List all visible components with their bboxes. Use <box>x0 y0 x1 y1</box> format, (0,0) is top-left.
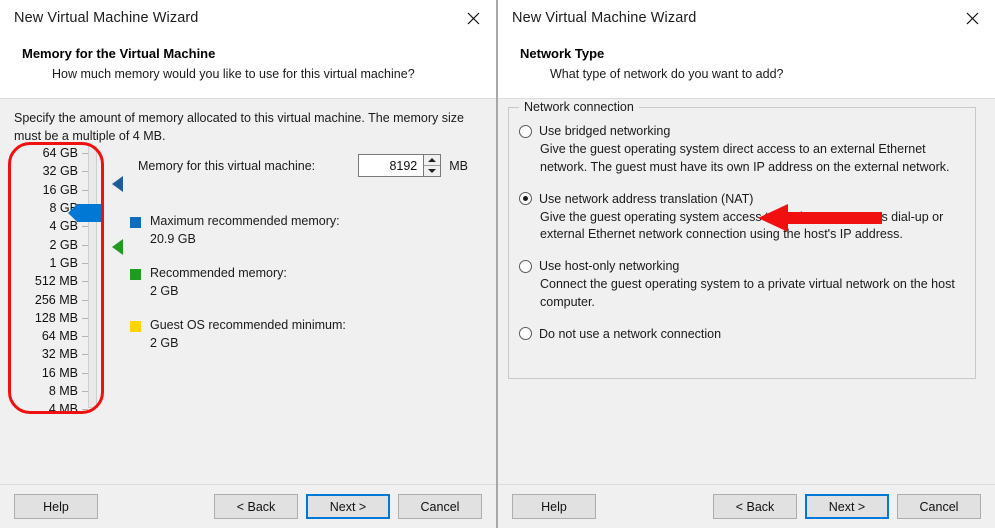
option-description: Connect the guest operating system to a … <box>540 277 955 309</box>
memory-spinner-buttons <box>423 155 441 176</box>
cancel-button[interactable]: Cancel <box>398 494 482 519</box>
option-description: Give the guest operating system access t… <box>540 209 944 242</box>
memory-instructions: Specify the amount of memory allocated t… <box>14 111 464 144</box>
slider-tick: 2 GB <box>12 235 88 253</box>
memory-field-row: Memory for this virtual machine: 8192 MB <box>138 154 468 177</box>
radio-bridged-icon[interactable] <box>519 124 532 138</box>
memory-wizard-footer: Help < Back Next > Cancel <box>0 484 496 528</box>
spinner-down-button[interactable] <box>424 165 441 176</box>
slider-tick-labels: 64 GB 32 GB 16 GB 8 GB 4 GB 2 GB 1 GB 51… <box>12 144 88 418</box>
page-heading: Memory for the Virtual Machine <box>22 46 216 61</box>
spinner-up-button[interactable] <box>424 155 441 166</box>
slider-tick: 16 MB <box>12 364 88 382</box>
memory-slider[interactable]: 64 GB 32 GB 16 GB 8 GB 4 GB 2 GB 1 GB 51… <box>12 144 123 416</box>
memory-wizard-body: Specify the amount of memory allocated t… <box>0 99 496 484</box>
memory-wizard-titlebar: New Virtual Machine Wizard <box>0 0 496 36</box>
footer-nav-buttons: < Back Next > Cancel <box>713 494 981 519</box>
option-label: Do not use a network connection <box>539 326 722 341</box>
group-title: Network connection <box>519 100 639 114</box>
network-wizard-window: New Virtual Machine Wizard Network Type … <box>497 0 995 528</box>
radio-no-network-icon[interactable] <box>519 327 532 340</box>
slider-tick: 8 MB <box>12 382 88 400</box>
slider-tick: 32 MB <box>12 345 88 363</box>
slider-tick: 16 GB <box>12 181 88 199</box>
next-button[interactable]: Next > <box>306 494 390 519</box>
radio-nat-icon[interactable] <box>519 192 532 205</box>
memory-wizard-header: New Virtual Machine Wizard Memory for th… <box>0 0 496 99</box>
recommended-marker-icon <box>112 239 123 255</box>
slider-tick: 256 MB <box>12 290 88 308</box>
window-title: New Virtual Machine Wizard <box>512 10 697 26</box>
legend-swatch-recommended-icon <box>130 269 141 280</box>
page-heading: Network Type <box>520 46 605 61</box>
memory-wizard-window: New Virtual Machine Wizard Memory for th… <box>0 0 497 528</box>
slider-tick: 64 MB <box>12 327 88 345</box>
slider-tick: 1 GB <box>12 254 88 272</box>
network-connection-group: Network connection Use bridged networkin… <box>508 100 976 379</box>
cancel-button[interactable]: Cancel <box>897 494 981 519</box>
back-button[interactable]: < Back <box>713 494 797 519</box>
close-icon[interactable] <box>456 4 490 32</box>
slider-tick: 128 MB <box>12 309 88 327</box>
memory-unit-label: MB <box>449 158 468 173</box>
memory-legend: Maximum recommended memory: 20.9 GB Reco… <box>130 214 460 370</box>
next-button[interactable]: Next > <box>805 494 889 519</box>
close-icon[interactable] <box>955 4 989 32</box>
legend-swatch-guest-minimum-icon <box>130 321 141 332</box>
legend-value: 20.9 GB <box>150 232 196 246</box>
legend-item: Maximum recommended memory: 20.9 GB <box>130 214 460 246</box>
legend-swatch-maximum-icon <box>130 217 141 228</box>
option-label: Use network address translation (NAT) <box>539 191 754 206</box>
legend-value: 2 GB <box>150 284 179 298</box>
help-button[interactable]: Help <box>14 494 98 519</box>
memory-input[interactable]: 8192 <box>359 155 424 176</box>
option-description: Give the guest operating system direct a… <box>540 142 950 174</box>
radio-host-only-icon[interactable] <box>519 259 532 273</box>
page-subheading: What type of network do you want to add? <box>550 67 784 81</box>
option-label: Use host-only networking <box>539 259 680 273</box>
network-options-list: Use bridged networking Give the guest op… <box>509 108 975 341</box>
slider-tick: 4 GB <box>12 217 88 235</box>
option-no-network[interactable]: Do not use a network connection <box>519 327 963 341</box>
legend-value: 2 GB <box>150 336 179 350</box>
back-button[interactable]: < Back <box>214 494 298 519</box>
slider-tick: 512 MB <box>12 272 88 290</box>
slider-tick: 4 MB <box>12 400 88 418</box>
memory-field-label: Memory for this virtual machine: <box>138 158 316 173</box>
chevron-up-icon <box>428 157 437 162</box>
legend-item: Guest OS recommended minimum: 2 GB <box>130 318 460 350</box>
option-bridged-networking[interactable]: Use bridged networking Give the guest op… <box>519 124 963 177</box>
network-wizard-footer: Help < Back Next > Cancel <box>498 484 995 528</box>
help-button[interactable]: Help <box>512 494 596 519</box>
option-label: Use bridged networking <box>539 124 671 138</box>
slider-track[interactable] <box>88 146 97 408</box>
legend-item: Recommended memory: 2 GB <box>130 266 460 298</box>
slider-tick: 64 GB <box>12 144 88 162</box>
option-nat[interactable]: Use network address translation (NAT) Gi… <box>519 192 963 245</box>
window-title: New Virtual Machine Wizard <box>14 10 199 26</box>
max-recommended-marker-icon <box>112 176 123 192</box>
network-wizard-titlebar: New Virtual Machine Wizard <box>498 0 995 36</box>
memory-spinner[interactable]: 8192 <box>358 154 442 177</box>
slider-tick: 32 GB <box>12 162 88 180</box>
network-wizard-body: Network connection Use bridged networkin… <box>498 99 995 484</box>
legend-title: Maximum recommended memory: <box>150 214 340 228</box>
legend-title: Guest OS recommended minimum: <box>150 318 346 332</box>
screenshot-root: New Virtual Machine Wizard Memory for th… <box>0 0 995 528</box>
option-host-only[interactable]: Use host-only networking Connect the gue… <box>519 259 963 312</box>
chevron-down-icon <box>428 168 437 173</box>
legend-title: Recommended memory: <box>150 266 287 280</box>
page-subheading: How much memory would you like to use fo… <box>52 67 415 81</box>
footer-nav-buttons: < Back Next > Cancel <box>214 494 482 519</box>
network-wizard-header: New Virtual Machine Wizard Network Type … <box>498 0 995 99</box>
